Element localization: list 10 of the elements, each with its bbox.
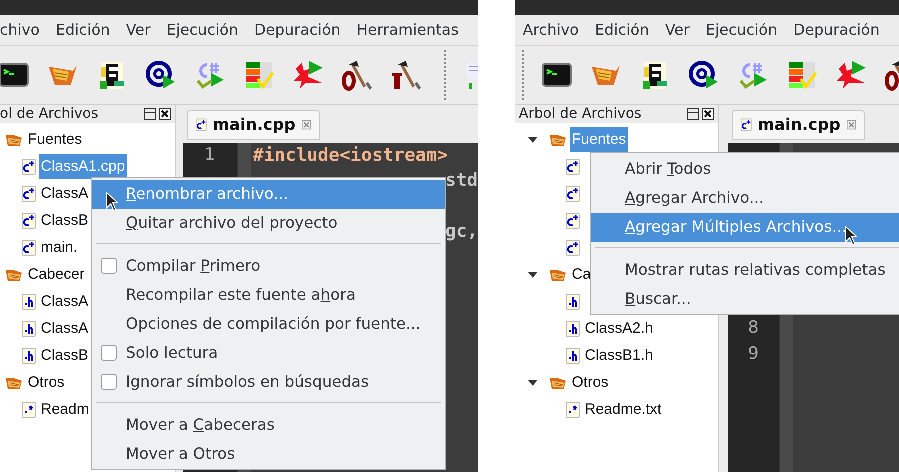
code-text: #include<iostream> xyxy=(253,146,448,165)
tab-label: main.cpp xyxy=(758,117,841,133)
code-text: std xyxy=(445,172,478,190)
panel-title: Arbol de Archivos xyxy=(519,107,642,121)
line-number: 8 xyxy=(748,320,759,338)
line-number: 1 xyxy=(204,147,216,164)
line-number: 9 xyxy=(748,346,759,363)
tab-label: main.cpp xyxy=(212,117,296,133)
panel-title: ol de Archivos xyxy=(0,107,98,121)
code-text: gc, xyxy=(445,223,478,242)
